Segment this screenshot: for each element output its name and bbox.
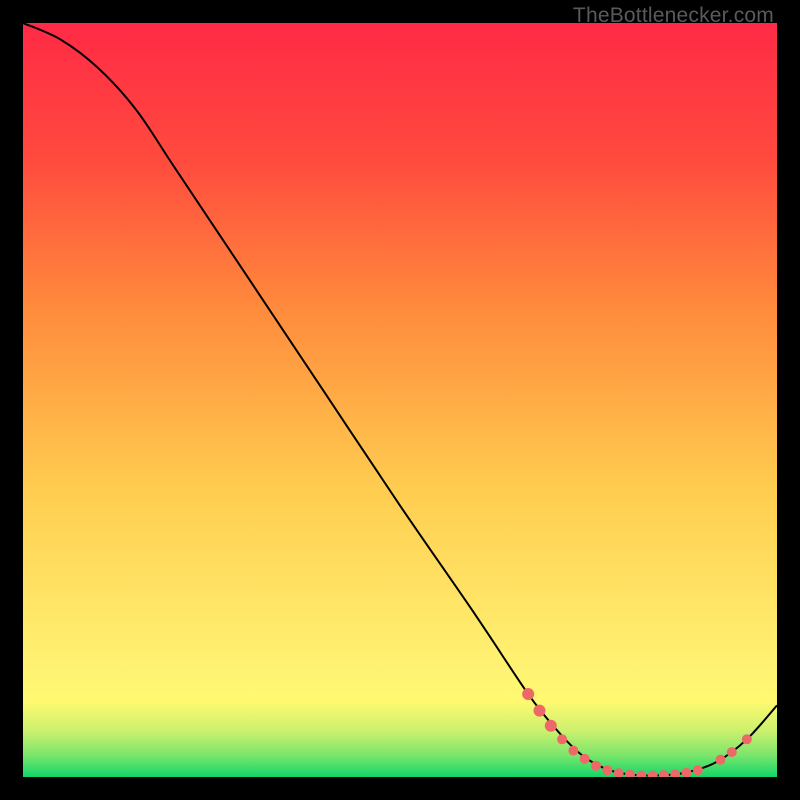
data-point-marker <box>715 755 725 765</box>
data-point-marker <box>591 761 601 771</box>
data-point-marker <box>580 754 590 764</box>
watermark-label: TheBottlenecker.com <box>573 4 774 28</box>
chart-stage: TheBottlenecker.com <box>0 0 800 800</box>
data-point-marker <box>522 688 534 700</box>
data-point-marker <box>693 765 703 775</box>
data-point-marker <box>727 747 737 757</box>
data-point-marker <box>602 765 612 775</box>
data-point-marker <box>742 734 752 744</box>
chart-background-gradient <box>23 23 777 777</box>
data-point-marker <box>533 705 545 717</box>
data-point-marker <box>557 734 567 744</box>
bottleneck-curve-chart <box>23 23 777 777</box>
data-point-marker <box>568 746 578 756</box>
data-point-marker <box>545 720 557 732</box>
